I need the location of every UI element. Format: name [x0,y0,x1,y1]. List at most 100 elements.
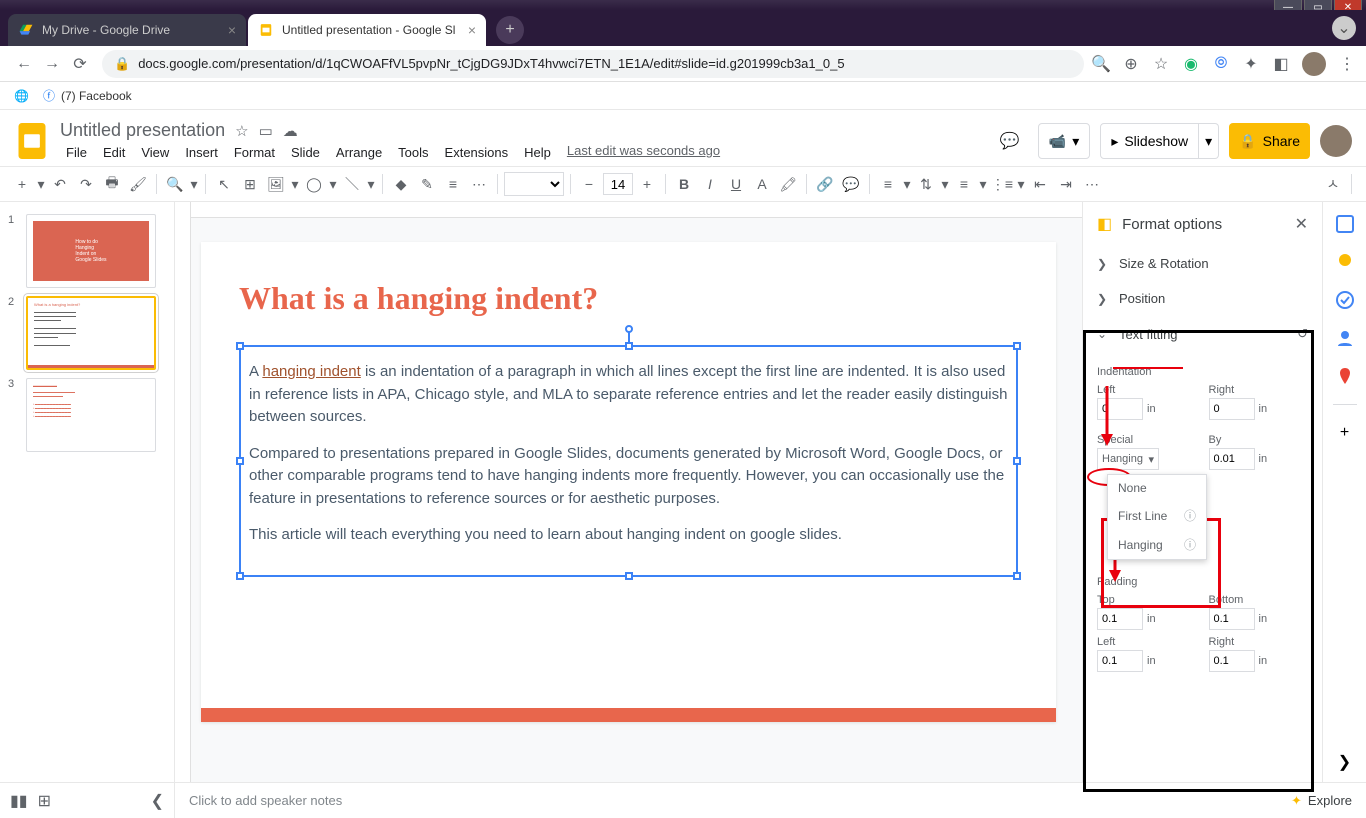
zoom-dropdown[interactable]: ▾ [189,172,199,196]
menu-view[interactable]: View [135,143,175,162]
browser-profile-avatar[interactable] [1302,52,1326,76]
padding-bottom-input[interactable] [1209,608,1255,630]
explore-button[interactable]: ✦ Explore [1277,793,1366,809]
indent-right-input[interactable] [1209,398,1255,420]
menu-insert[interactable]: Insert [179,143,224,162]
menu-arrange[interactable]: Arrange [330,143,388,162]
bookmark-item[interactable]: 🌐 [14,89,29,103]
maps-addon-icon[interactable] [1335,366,1355,386]
align-button[interactable]: ≡ [876,172,900,196]
grid-view-icon[interactable]: ⊞ [38,791,51,811]
indent-by-input[interactable] [1209,448,1255,470]
print-button[interactable]: 🖶 [100,172,124,196]
star-icon[interactable]: ☆ [235,122,248,140]
line-tool-icon[interactable]: ＼ [340,172,364,196]
font-size-decrease[interactable]: − [577,172,601,196]
resize-handle[interactable] [625,342,633,350]
select-tool-icon[interactable]: ↖ [212,172,236,196]
slide-thumb-3[interactable]: 3 ▬▬▬▬▬▬ ▬▬▬▬▬▬▬▬▬▬▬▬▬▬▬▬▬▬▬▬▬▬▬▬• ▬▬▬▬▬… [0,374,174,456]
new-slide-dropdown[interactable]: ▾ [36,172,46,196]
zoom-button[interactable]: 🔍 [163,172,187,196]
bookmark-star-icon[interactable]: ☆ [1152,55,1170,73]
padding-right-input[interactable] [1209,650,1255,672]
calendar-addon-icon[interactable] [1335,214,1355,234]
resize-handle[interactable] [1013,342,1021,350]
border-color-icon[interactable]: ✎ [415,172,439,196]
line-dropdown[interactable]: ▾ [366,172,376,196]
underline-button[interactable]: U [724,172,748,196]
close-panel-icon[interactable]: ✕ [1295,214,1308,234]
text-color-button[interactable]: A [750,172,774,196]
nav-back-icon[interactable]: ← [10,50,38,78]
option-first-line[interactable]: First Lineⓘ [1108,501,1206,530]
selected-textbox[interactable]: A hanging indent is an indentation of a … [239,345,1018,577]
tab-overflow-button[interactable]: ⌄ [1332,16,1356,40]
redo-button[interactable]: ↷ [74,172,98,196]
hanging-indent-link[interactable]: hanging indent [262,363,360,380]
align-dropdown[interactable]: ▾ [902,172,912,196]
browser-tab-drive[interactable]: My Drive - Google Drive × [8,14,246,46]
share-button[interactable]: 🔒 Share [1229,123,1310,159]
tasks-addon-icon[interactable] [1335,290,1355,310]
get-addons-icon[interactable]: + [1335,423,1355,443]
browser-menu-icon[interactable]: ⋮ [1338,55,1356,73]
comment-history-icon[interactable]: 💬 [992,123,1028,159]
menu-slide[interactable]: Slide [285,143,326,162]
extension-icon[interactable]: ◉ [1182,55,1200,73]
padding-left-input[interactable] [1097,650,1143,672]
slide-thumb-2[interactable]: 2 What is a hanging indent? ▬▬▬▬▬▬▬▬▬▬▬▬… [0,292,174,374]
toolbar-collapse-icon[interactable]: ㅅ [1321,172,1345,196]
insert-link-button[interactable]: 🔗 [813,172,837,196]
browser-tab-slides[interactable]: Untitled presentation - Google Sl × [248,14,486,46]
indent-special-select[interactable]: Hanging ▾ [1097,448,1159,470]
doc-title[interactable]: Untitled presentation [60,120,225,141]
slides-logo-icon[interactable] [14,123,50,159]
menu-edit[interactable]: Edit [97,143,131,162]
account-avatar[interactable] [1320,125,1352,157]
border-dash-icon[interactable]: ⋯ [467,172,491,196]
rotation-handle[interactable] [625,325,633,333]
url-input[interactable]: 🔒 docs.google.com/presentation/d/1qCWOAF… [102,50,1084,78]
numbered-list-button[interactable]: ≡ [952,172,976,196]
line-spacing-dropdown[interactable]: ▾ [940,172,950,196]
fill-color-icon[interactable]: ◆ [389,172,413,196]
contacts-addon-icon[interactable] [1335,328,1355,348]
menu-format[interactable]: Format [228,143,281,162]
italic-button[interactable]: I [698,172,722,196]
font-selector[interactable] [504,172,564,196]
resize-handle[interactable] [1013,457,1021,465]
resize-handle[interactable] [236,572,244,580]
paint-format-button[interactable]: 🖌 [126,172,150,196]
numbered-list-dropdown[interactable]: ▾ [978,172,988,196]
bold-button[interactable]: B [672,172,696,196]
line-spacing-button[interactable]: ⇅ [914,172,938,196]
collapse-filmstrip-icon[interactable]: ❮ [151,791,164,811]
decrease-indent-button[interactable]: ⇤ [1028,172,1052,196]
image-dropdown[interactable]: ▾ [290,172,300,196]
tab-close-icon[interactable]: × [228,22,236,38]
menu-file[interactable]: File [60,143,93,162]
resize-handle[interactable] [236,457,244,465]
menu-tools[interactable]: Tools [392,143,434,162]
canvas[interactable]: What is a hanging indent? A hanging inde… [175,202,1082,782]
insert-comment-button[interactable]: 💬 [839,172,863,196]
translate-icon[interactable]: ⊕ [1122,55,1140,73]
clear-format-button[interactable]: ⋯ [1080,172,1104,196]
zoom-icon[interactable]: 🔍 [1092,55,1110,73]
padding-top-input[interactable] [1097,608,1143,630]
resize-handle[interactable] [1013,572,1021,580]
body-paragraph[interactable]: A hanging indent is an indentation of a … [249,361,1008,429]
reset-icon[interactable]: ↺ [1297,326,1308,342]
speaker-notes-input[interactable]: Click to add speaker notes [175,793,1277,808]
bulleted-list-button[interactable]: ⋮≡ [990,172,1014,196]
resize-handle[interactable] [625,572,633,580]
body-paragraph[interactable]: Compared to presentations prepared in Go… [249,443,1008,511]
tab-close-icon[interactable]: × [468,22,476,38]
font-size-input[interactable]: 14 [603,173,633,195]
keep-addon-icon[interactable] [1335,252,1355,272]
font-size-increase[interactable]: + [635,172,659,196]
slide-title-text[interactable]: What is a hanging indent? [239,280,1018,317]
bookmark-facebook[interactable]: ⓕ (7) Facebook [43,87,132,104]
cast-icon[interactable]: ⦾ [1212,55,1230,73]
section-text-fitting[interactable]: ⌄ Text fitting ↺ [1083,316,1322,352]
